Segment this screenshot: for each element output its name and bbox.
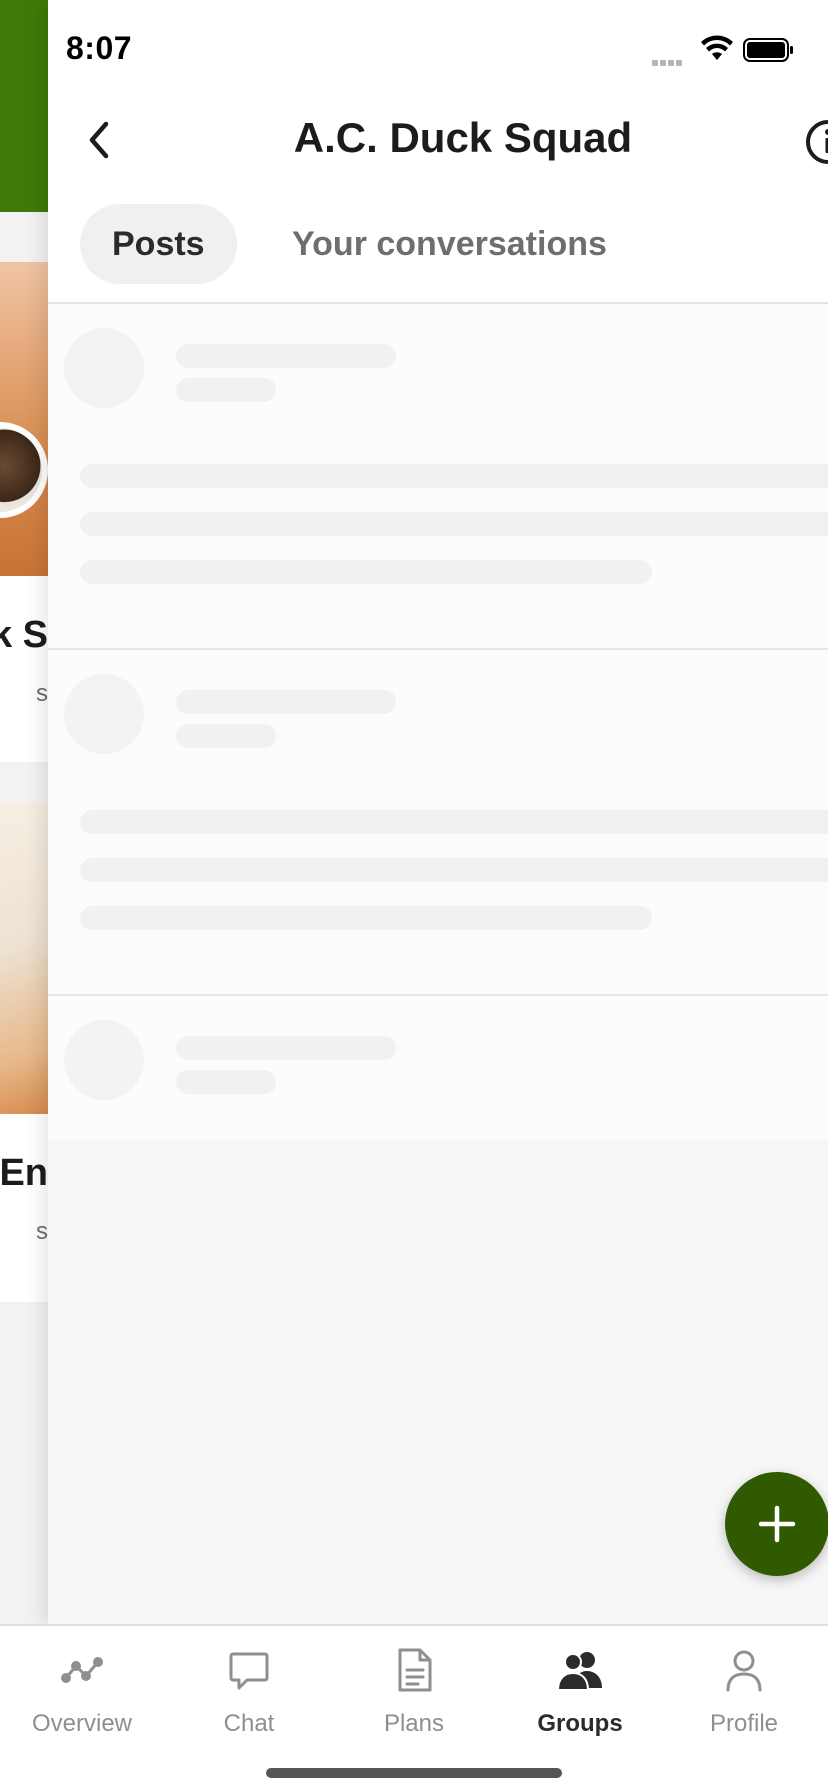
background-header [0, 0, 48, 212]
skeleton-avatar [64, 328, 144, 408]
group-card-title: k En [0, 1152, 48, 1194]
tab-bar-label: Profile [709, 1710, 779, 1737]
group-detail-panel: 8:07 A.C. Duck Squad Posts Your conversa… [48, 0, 828, 1624]
skeleton-author-line [176, 690, 396, 714]
tab-posts[interactable]: Posts [80, 204, 237, 284]
people-icon [556, 1652, 602, 1691]
person-icon [726, 1650, 762, 1692]
skeleton-text-line [80, 810, 828, 834]
tab-bar-label: Groups [537, 1710, 623, 1737]
skeleton-meta-line [176, 724, 276, 748]
skeleton-meta-line [176, 1070, 276, 1094]
skeleton-text-line [80, 906, 652, 930]
tab-bar-plans[interactable]: Plans [339, 1626, 489, 1746]
posts-feed-loading [48, 302, 828, 1140]
skeleton-text-line [80, 560, 652, 584]
background-group-card: ck S s [0, 262, 48, 762]
skeleton-post-card [48, 648, 828, 994]
plus-icon [758, 1505, 796, 1543]
skeleton-text-line [80, 512, 828, 536]
home-indicator[interactable] [266, 1768, 562, 1778]
background-group-card: k En s [0, 802, 48, 1302]
skeleton-author-line [176, 1036, 396, 1060]
skeleton-avatar [64, 674, 144, 754]
skeleton-text-line [80, 464, 828, 488]
tab-bar-label: Overview [31, 1710, 133, 1737]
skeleton-post-card [48, 994, 828, 1140]
cellular-signal-icon [652, 53, 684, 71]
new-post-button[interactable] [725, 1472, 828, 1576]
tab-bar-label: Chat [223, 1710, 275, 1737]
panel-header-area: 8:07 A.C. Duck Squad Posts Your conversa… [48, 0, 828, 302]
battery-icon [743, 38, 793, 62]
chat-bubble-icon [229, 1652, 269, 1690]
info-button[interactable] [804, 118, 828, 166]
page-title: A.C. Duck Squad [293, 114, 633, 161]
bottom-tab-bar: Overview Chat Plans Groups Profile [0, 1624, 828, 1792]
skeleton-avatar [64, 1020, 144, 1100]
group-card-subtitle: s [36, 1218, 48, 1245]
tab-bar-groups[interactable]: Groups [505, 1626, 655, 1746]
wifi-icon [701, 35, 733, 60]
activity-icon [61, 1657, 103, 1683]
skeleton-text-line [80, 858, 828, 882]
tab-bar-profile[interactable]: Profile [669, 1626, 819, 1746]
group-card-title: ck S [0, 614, 48, 656]
group-cover-photo [0, 802, 48, 1114]
tab-bar-label: Plans [383, 1710, 445, 1737]
group-cover-photo [0, 262, 48, 576]
background-groups-list: ck S s k En s [0, 0, 48, 1624]
document-icon [398, 1648, 432, 1692]
skeleton-author-line [176, 344, 396, 368]
group-card-subtitle: s [36, 680, 48, 707]
status-time: 8:07 [66, 30, 133, 66]
skeleton-post-card [48, 302, 828, 648]
tab-your-conversations[interactable]: Your conversations [292, 204, 607, 284]
skeleton-meta-line [176, 378, 276, 402]
info-icon [806, 120, 828, 164]
tab-bar-chat[interactable]: Chat [174, 1626, 324, 1746]
tab-bar-overview[interactable]: Overview [7, 1626, 157, 1746]
